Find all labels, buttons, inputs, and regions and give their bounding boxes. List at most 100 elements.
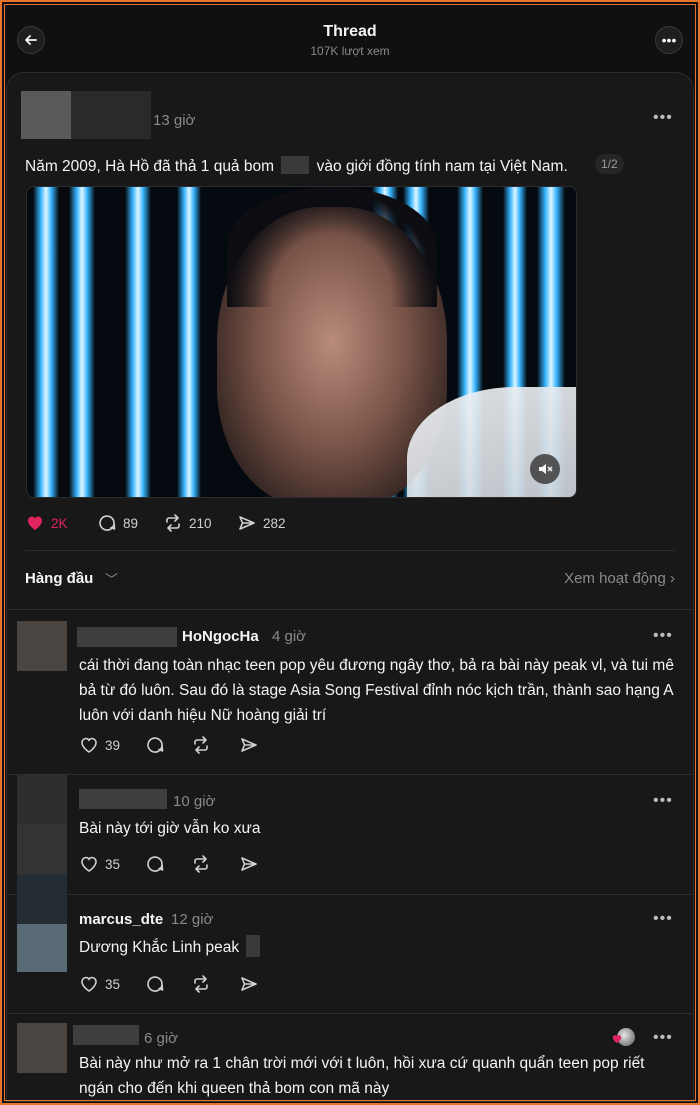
chevron-down-icon[interactable]: ﹀ [105,569,118,588]
sort-dropdown[interactable]: Hàng đầu [25,570,93,587]
avatar[interactable] [17,924,67,972]
comment-text: Bài này như mở ra 1 chân trời mới với t … [79,1055,645,1097]
redacted-emoji [246,935,261,957]
reply-count: 89 [123,515,139,531]
video-subject-hair [227,187,437,307]
share-button[interactable]: 282 [237,513,286,533]
comment-more-button[interactable]: ••• [653,910,673,928]
repost-button[interactable]: 210 [163,513,212,533]
send-icon [241,977,257,991]
post-more-button[interactable]: ••• [653,109,673,127]
like-button[interactable]: 35 [79,974,120,994]
like-count: 35 [105,976,121,992]
thread-card: 13 giờ ••• Năm 2009, Hà Hồ đã thả 1 quả … [6,72,694,1102]
redacted-word [281,156,310,174]
avatar[interactable] [17,1023,67,1073]
comment-time: 12 giờ [171,911,214,928]
comment-author[interactable]: HoNgocHa [182,628,259,645]
comment-icon [147,976,164,992]
comment-text: Bài này tới giờ vẫn ko xưa [79,820,261,837]
username-redacted[interactable] [71,91,151,139]
username-redacted[interactable] [79,789,167,809]
repost-icon [166,514,180,532]
like-count: 2K [51,515,68,531]
page-indicator: 1/2 [595,154,624,174]
comment-item: 6 giờ ••• Bài này như mở ra 1 chân trời … [7,1013,693,1101]
repost-icon [194,736,208,754]
speaker-muted-icon [539,464,553,474]
mute-button[interactable] [530,454,560,484]
like-button[interactable]: 39 [79,735,120,755]
neon-light [69,187,95,497]
like-button[interactable]: 2K [25,513,68,533]
repost-count: 210 [189,515,212,531]
comment-time: 10 giờ [173,793,216,810]
repost-icon [194,975,208,993]
comment-icon [147,856,164,872]
comment-actions: 39 [79,735,379,759]
sort-row: Hàng đầu ﹀ Xem hoạt động › [25,570,675,592]
share-count: 282 [263,515,286,531]
ellipsis-icon: ••• [661,32,677,48]
ellipsis-icon: ••• [653,910,673,927]
post-actions: 2K 89 210 282 [25,513,425,541]
reply-button[interactable] [145,735,165,755]
top-bar: Thread 107K lượt xem ••• [0,0,700,70]
username-redacted[interactable] [73,1025,139,1045]
reply-button[interactable] [145,974,165,994]
repost-button[interactable] [191,854,211,874]
repost-button[interactable] [191,735,211,755]
comment-more-button[interactable]: ••• [653,792,673,810]
post-time: 13 giờ [153,112,196,129]
comment-text-content: Dương Khắc Linh peak [79,939,240,956]
comment-more-button[interactable]: ••• [653,1029,673,1047]
comment-author[interactable]: marcus_dte [79,911,163,928]
repost-icon [194,855,208,873]
like-count: 39 [105,737,121,753]
comment-icon [147,737,164,753]
page-title: Thread [323,23,377,40]
heart-filled-icon [28,516,42,530]
repost-button[interactable] [191,974,211,994]
post-text-end: vào giới đồng tính nam tại Việt Nam. [316,158,568,175]
heart-icon [81,737,97,753]
post-text-start: Năm 2009, Hà Hồ đã thả 1 quả bom [25,158,275,175]
share-button[interactable] [239,974,259,994]
send-icon [239,516,255,530]
username-redacted[interactable] [77,627,177,647]
send-icon [241,857,257,871]
more-options-button[interactable]: ••• [655,26,683,54]
view-count: 107K lượt xem [310,44,390,58]
share-button[interactable] [239,854,259,874]
avatar[interactable] [17,774,67,824]
post-text: Năm 2009, Hà Hồ đã thả 1 quả bom vào giớ… [25,156,568,176]
like-count: 35 [105,856,121,872]
comment-more-button[interactable]: ••• [653,627,673,645]
reply-button[interactable]: 89 [97,513,138,533]
divider [25,550,675,551]
view-activity-label: Xem hoạt động [564,570,666,587]
ellipsis-icon: ••• [653,1029,673,1046]
heart-icon [81,856,97,872]
comment-item: marcus_dte 12 giờ ••• Dương Khắc Linh pe… [7,874,693,1014]
comment-actions: 35 [79,974,379,998]
heart-filled-icon [612,1035,622,1044]
avatar[interactable] [21,91,71,139]
ellipsis-icon: ••• [653,109,673,126]
neon-light [125,187,151,497]
avatar[interactable] [17,621,67,671]
reply-button[interactable] [145,854,165,874]
like-button[interactable]: 35 [79,854,120,874]
liked-by-author-badge [611,1027,635,1047]
comment-text: cái thời đang toàn nhạc teen pop yêu đươ… [79,657,674,724]
video-player[interactable] [26,186,577,498]
comment-icon [99,515,116,531]
view-activity-link[interactable]: Xem hoạt động › [564,570,675,587]
avatar-redacted [17,874,67,924]
send-icon [241,738,257,752]
comment-time: 4 giờ [272,628,307,645]
comment-time: 6 giờ [144,1030,179,1047]
neon-light [33,187,59,497]
ellipsis-icon: ••• [653,792,673,809]
share-button[interactable] [239,735,259,755]
